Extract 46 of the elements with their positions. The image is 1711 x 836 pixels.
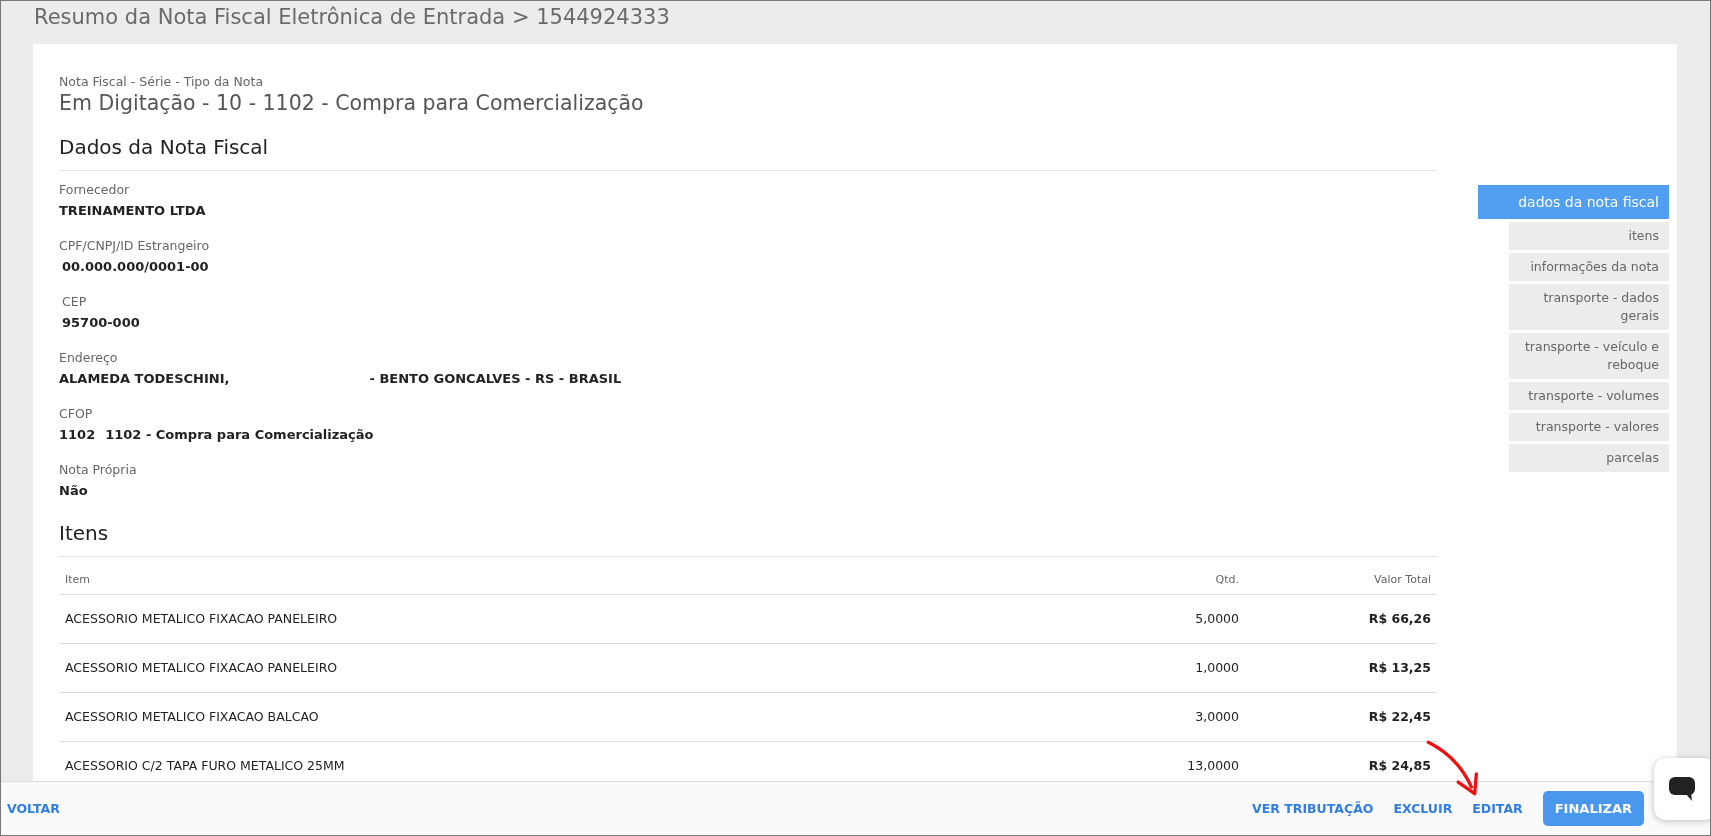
- side-nav-item[interactable]: transporte - valores: [1509, 413, 1669, 441]
- field-label: Endereço: [59, 349, 119, 367]
- table-cell: ACESSORIO METALICO FIXACAO PANELEIRO: [59, 594, 1093, 644]
- field-value: 1102: [59, 427, 96, 442]
- side-nav-item[interactable]: parcelas: [1509, 444, 1669, 472]
- side-nav-item[interactable]: transporte - volumes: [1509, 382, 1669, 410]
- field-value: 00.000.000/0001-00: [62, 259, 209, 274]
- note-headline: Em Digitação - 10 - 1102 - Compra para Comercialização: [59, 91, 645, 115]
- table-cell: R$ 66,26: [1245, 594, 1437, 644]
- column-header: Valor Total: [1245, 565, 1437, 595]
- field-value: - BENTO GONCALVES - RS - BRASIL: [369, 371, 622, 386]
- table-cell: 3,0000: [1093, 692, 1245, 742]
- field-label: Nota Própria: [59, 461, 138, 479]
- note-caption: Nota Fiscal - Série - Tipo da Nota: [59, 74, 265, 89]
- finalize-button[interactable]: FINALIZAR: [1542, 791, 1644, 826]
- chat-button[interactable]: [1654, 758, 1710, 820]
- action-link[interactable]: EXCLUIR: [1393, 801, 1453, 816]
- field-value: Não: [59, 483, 88, 498]
- field-label: CFOP: [59, 405, 94, 423]
- table-cell: 1,0000: [1093, 643, 1245, 693]
- table-cell: 5,0000: [1093, 594, 1245, 644]
- field-value: 1102 - Compra para Comercialização: [105, 427, 374, 442]
- side-nav-item[interactable]: transporte - veículo e reboque: [1509, 333, 1669, 379]
- field-label: CEP: [62, 293, 88, 311]
- page-title: Resumo da Nota Fiscal Eletrônica de Entrada > 1544924333: [34, 5, 670, 29]
- chat-icon: [1668, 776, 1696, 802]
- field-value: TREINAMENTO LTDA: [59, 203, 206, 218]
- section-title: Dados da Nota Fiscal: [59, 135, 1437, 171]
- table-cell: R$ 13,25: [1245, 643, 1437, 693]
- action-link[interactable]: VER TRIBUTAÇÃO: [1252, 801, 1374, 816]
- side-nav-item[interactable]: informações da nota: [1509, 253, 1669, 281]
- side-nav-item[interactable]: dados da nota fiscal: [1478, 185, 1669, 219]
- section-title: Itens: [59, 521, 1437, 557]
- field-label: Fornecedor: [59, 181, 131, 199]
- table-cell: ACESSORIO METALICO FIXACAO BALCAO: [59, 692, 1093, 742]
- table-cell: ACESSORIO METALICO FIXACAO PANELEIRO: [59, 643, 1093, 693]
- field-label: CPF/CNPJ/ID Estrangeiro: [59, 237, 211, 255]
- column-header: Qtd.: [1093, 565, 1245, 595]
- side-nav-item[interactable]: transporte - dados gerais: [1509, 284, 1669, 330]
- action-link[interactable]: EDITAR: [1472, 801, 1523, 816]
- field-value: ALAMEDA TODESCHINI,: [59, 371, 230, 386]
- field-value: 95700-000: [62, 315, 140, 330]
- side-nav-item[interactable]: itens: [1509, 222, 1669, 250]
- column-header: Item: [59, 565, 1093, 595]
- table-cell: R$ 22,45: [1245, 692, 1437, 742]
- back-link[interactable]: VOLTAR: [7, 801, 60, 816]
